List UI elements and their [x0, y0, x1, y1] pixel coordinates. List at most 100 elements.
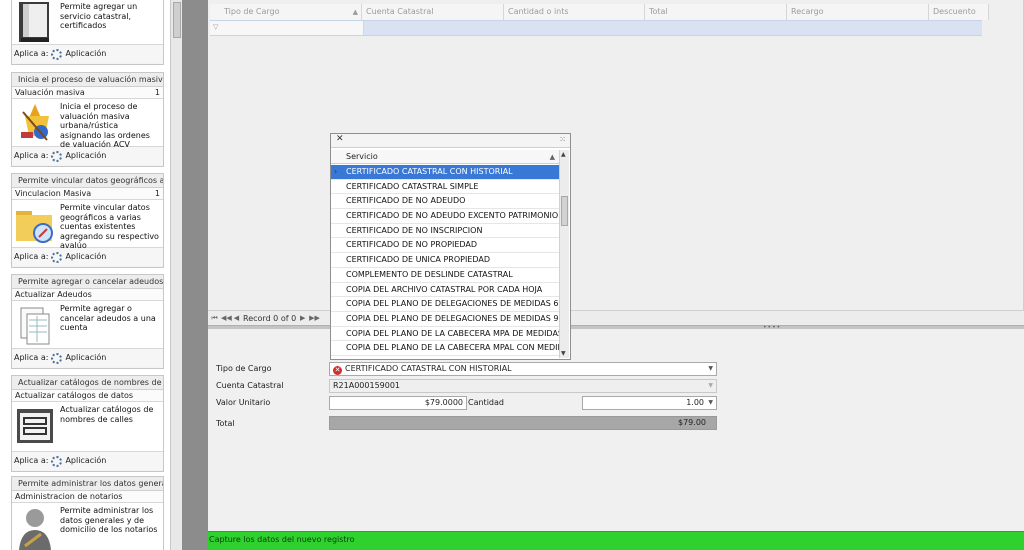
grid-column-header[interactable]: Cantidad o ints: [504, 4, 645, 20]
status-bar: Capture los datos del nuevo registro: [208, 531, 1024, 550]
service-card[interactable]: Actualizar catálogos de nombres de call …: [11, 375, 164, 472]
service-card[interactable]: Permite agregar un servicio catastral, c…: [11, 0, 164, 65]
tipo-cargo-select[interactable]: ✕ CERTIFICADO CATASTRAL CON HISTORIAL ▼: [329, 362, 717, 376]
record-counter: Record 0 of 0: [243, 313, 297, 323]
applies-chip[interactable]: Aplicación: [51, 452, 106, 470]
chevron-down-icon[interactable]: ▼: [708, 363, 713, 375]
applies-chip[interactable]: Aplicación: [51, 45, 106, 63]
card-subhead: Administracion de notarios: [12, 491, 163, 503]
resize-grip-icon[interactable]: ⁙: [559, 135, 566, 144]
service-dropdown-popup[interactable]: ✕ ⁙ Servicio ▲ › CERTIFICADO CATASTRAL CO…: [330, 133, 571, 360]
list-item[interactable]: › CERTIFICADO CATASTRAL CON HISTORIAL: [331, 165, 559, 180]
prev-record-icon[interactable]: ◀: [232, 314, 241, 322]
list-item[interactable]: CERTIFICADO DE UNICA PROPIEDAD: [331, 253, 559, 268]
list-item[interactable]: COPIA DEL PLANO DE LA CABECERA MPA DE ME…: [331, 327, 559, 342]
applies-chip[interactable]: Aplicación: [51, 147, 106, 165]
list-item[interactable]: COPIA DEL PLANO DE DELEGACIONES DE MEDID…: [331, 297, 559, 312]
applies-chip[interactable]: Aplicación: [51, 248, 106, 266]
sort-arrow-icon: ▲: [352, 8, 358, 16]
scroll-down-icon[interactable]: ▼: [561, 350, 566, 357]
card-subhead: Actualizar Adeudos: [12, 289, 163, 301]
valor-unitario-field[interactable]: $79.0000: [329, 396, 467, 410]
row-indicator-icon: ›: [334, 167, 338, 176]
grid-column-header[interactable]: Cuenta Catastral: [362, 4, 504, 20]
scrollbar-thumb[interactable]: [173, 2, 181, 38]
valor-value: $79.0000: [424, 398, 463, 407]
cantidad-stepper[interactable]: 1.00 ▼: [582, 396, 717, 410]
cantidad-label: Cantidad: [468, 398, 504, 407]
document-box-icon: [15, 2, 55, 42]
folder-compass-icon: [15, 203, 55, 243]
service-card[interactable]: Permite vincular datos geográficos a va …: [11, 173, 164, 268]
next-page-icon[interactable]: ▶▶: [309, 314, 320, 322]
grid-column-header[interactable]: Descuento: [929, 4, 989, 20]
card-title: Inicia el proceso de valuación masiva ur: [12, 73, 163, 87]
applies-label: Aplica a:: [14, 456, 49, 465]
scrollbar-thumb[interactable]: [561, 196, 568, 226]
gear-icon: [51, 150, 63, 162]
card-subhead-label: Vinculacion Masiva: [15, 189, 92, 198]
list-item[interactable]: COPIA DEL PLANO DE DELEGACIONES DE MEDID…: [331, 312, 559, 327]
service-card[interactable]: Inicia el proceso de valuación masiva ur…: [11, 72, 164, 167]
card-body: Permite agregar un servicio catastral, c…: [12, 0, 163, 45]
popup-scrollbar[interactable]: ▲ ▼: [559, 150, 569, 358]
gear-icon: [51, 352, 63, 364]
card-description: Permite agregar un servicio catastral, c…: [60, 2, 138, 30]
list-item[interactable]: COPIA DEL PLANO DE LA CABECERA MPAL CON …: [331, 341, 559, 356]
chevron-down-icon: ▼: [708, 382, 713, 389]
panel-divider: [182, 0, 208, 550]
left-panel: Permite agregar un servicio catastral, c…: [0, 0, 170, 550]
popup-column-header[interactable]: Servicio ▲: [331, 150, 560, 164]
popup-column-label: Servicio: [346, 152, 378, 161]
list-item[interactable]: COMPLEMENTO DE DESLINDE CATASTRAL: [331, 268, 559, 283]
list-item[interactable]: CERTIFICADO DE NO PROPIEDAD: [331, 238, 559, 254]
cuenta-label: Cuenta Catastral: [216, 381, 284, 390]
first-record-icon[interactable]: ⏮: [210, 314, 219, 323]
service-card[interactable]: Permite administrar los datos generales …: [11, 476, 164, 550]
prev-page-icon[interactable]: ◀◀: [221, 314, 232, 322]
gear-icon: [51, 455, 63, 467]
catalog-form-icon: [15, 405, 55, 445]
splitter-grip-icon: ••••: [763, 324, 782, 331]
notary-person-icon: [15, 506, 55, 550]
grid-column-header[interactable]: Recargo: [787, 4, 929, 20]
left-panel-scrollbar[interactable]: [170, 0, 182, 550]
popup-title-strip: ✕ ⁙: [331, 134, 570, 148]
filter-icon: ▽: [213, 23, 219, 31]
next-record-icon[interactable]: ▶: [298, 314, 307, 322]
card-description: Permite administrar los datos generales …: [60, 506, 158, 534]
cantidad-value: 1.00: [686, 398, 704, 407]
valor-label: Valor Unitario: [216, 398, 271, 407]
card-body: Permite administrar los datos generales …: [12, 503, 163, 550]
service-card[interactable]: Permite agregar o cancelar adeudos a u A…: [11, 274, 164, 369]
grid-column-header[interactable]: Total: [645, 4, 787, 20]
close-icon[interactable]: ✕: [336, 134, 344, 144]
card-body: Permite agregar o cancelar adeudos a una…: [12, 301, 163, 349]
grid-column-header[interactable]: Tipo de Cargo ▲: [210, 4, 362, 20]
list-item[interactable]: CERTIFICADO DE NO ADEUDO EXCENTO PATRIMO…: [331, 209, 559, 224]
valuation-tools-icon: [15, 102, 55, 142]
card-applies: Aplica a: Aplicación: [12, 45, 163, 63]
spreadsheet-icon: [15, 304, 55, 345]
charge-form: Tipo de Cargo ✕ CERTIFICADO CATASTRAL CON…: [208, 350, 1024, 530]
applies-value: Aplicación: [65, 353, 107, 362]
card-subhead: Vinculacion Masiva 1: [12, 188, 163, 200]
filter-cell[interactable]: ▽: [210, 21, 364, 35]
card-body: Permite vincular datos geográficos a var…: [12, 200, 163, 250]
list-item[interactable]: CERTIFICADO DE NO ADEUDO: [331, 194, 559, 210]
list-item[interactable]: CERTIFICADO DE NO INSCRIPCION: [331, 224, 559, 239]
card-subhead-label: Actualizar Adeudos: [15, 290, 92, 299]
list-item[interactable]: CERTIFICADO CATASTRAL SIMPLE: [331, 180, 559, 195]
list-item[interactable]: COPIA DEL ARCHIVO CATASTRAL POR CADA HOJ…: [331, 283, 559, 298]
popup-rows: › CERTIFICADO CATASTRAL CON HISTORIAL CER…: [331, 165, 559, 356]
card-applies: Aplica a: Aplicación: [12, 349, 163, 367]
chevron-down-icon[interactable]: ▼: [708, 397, 713, 409]
card-applies: Aplica a: Aplicación: [12, 248, 163, 266]
error-icon: ✕: [333, 366, 342, 375]
gear-icon: [51, 251, 63, 263]
card-subhead-label: Administracion de notarios: [15, 492, 123, 501]
applies-chip[interactable]: Aplicación: [51, 349, 106, 367]
card-subhead: Actualizar catálogos de datos: [12, 390, 163, 402]
grid-filter-row[interactable]: ▽: [210, 20, 982, 36]
scroll-up-icon[interactable]: ▲: [561, 151, 566, 158]
